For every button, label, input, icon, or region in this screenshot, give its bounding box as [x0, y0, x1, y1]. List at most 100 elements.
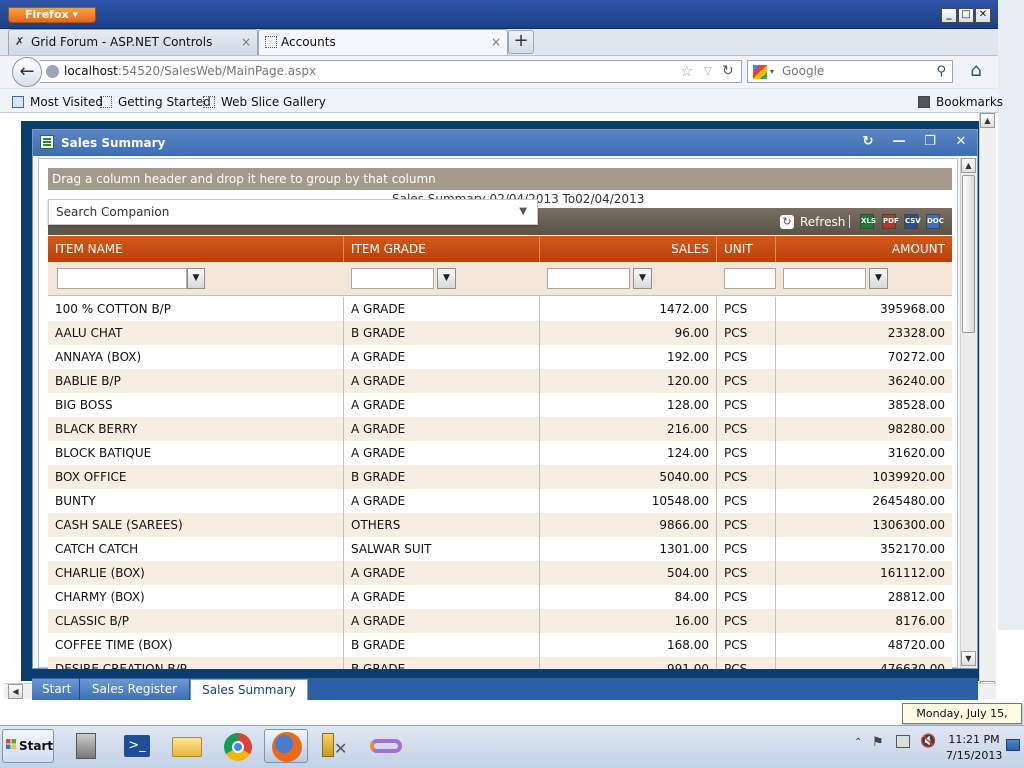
search-companion-combo[interactable]: Search Companion ▼: [48, 199, 538, 225]
scroll-up-arrow-icon[interactable]: ▲: [961, 158, 976, 173]
firefox-menu-button[interactable]: Firefox ▾: [8, 7, 96, 23]
close-window-button[interactable]: ✕: [975, 8, 991, 23]
cell-unit: PCS: [717, 489, 776, 513]
tab-sales-summary[interactable]: Sales Summary: [190, 679, 308, 700]
cell-item-grade: A GRADE: [344, 489, 540, 513]
item-grade-filter-input[interactable]: [351, 268, 434, 289]
action-center-flag-icon[interactable]: ⚑: [872, 735, 884, 750]
sales-filter-input[interactable]: [547, 268, 630, 289]
clock-date[interactable]: 7/15/2013: [946, 749, 1002, 762]
tab-start[interactable]: Start: [32, 679, 80, 700]
header-unit[interactable]: UNIT: [717, 236, 776, 262]
unit-filter-input[interactable]: [724, 268, 776, 289]
export-word-icon[interactable]: DOC: [926, 214, 944, 229]
close-tab-icon[interactable]: ×: [241, 30, 251, 54]
cell-item-name: CATCH CATCH: [48, 537, 344, 561]
cell-amount: 352170.00: [880, 542, 945, 556]
table-row[interactable]: CHARMY (BOX) A GRADE 84.00 PCS 28812.00: [48, 585, 952, 609]
table-row[interactable]: BIG BOSS A GRADE 128.00 PCS 38528.00: [48, 393, 952, 417]
table-row[interactable]: CASH SALE (SAREES) OTHERS 9866.00 PCS 13…: [48, 513, 952, 537]
filter-icon[interactable]: ▼: [437, 268, 456, 289]
table-row[interactable]: ANNAYA (BOX) A GRADE 192.00 PCS 70272.00: [48, 345, 952, 369]
item-name-filter-combo[interactable]: [57, 268, 187, 289]
table-row[interactable]: BOX OFFICE B GRADE 5040.00 PCS 1039920.0…: [48, 465, 952, 489]
header-sales[interactable]: SALES: [540, 236, 717, 262]
powershell-icon[interactable]: >_: [116, 729, 160, 763]
group-panel[interactable]: Drag a column header and drop it here to…: [48, 168, 952, 190]
scroll-left-arrow-icon[interactable]: ◀: [8, 684, 23, 699]
tools-icon[interactable]: ✕: [314, 729, 358, 763]
table-row[interactable]: BLOCK BATIQUE A GRADE 124.00 PCS 31620.0…: [48, 441, 952, 465]
export-pdf-icon[interactable]: PDF: [882, 214, 899, 229]
table-row[interactable]: COFFEE TIME (BOX) B GRADE 168.00 PCS 487…: [48, 633, 952, 657]
clock-time[interactable]: 11:21 PM: [948, 733, 1000, 746]
chevron-down-icon[interactable]: ▼: [519, 200, 527, 224]
volume-muted-icon[interactable]: 🔇: [920, 734, 936, 749]
show-desktop-icon[interactable]: [1006, 739, 1020, 751]
table-row[interactable]: DESIRE CREATION B/P B GRADE 991.00 PCS 4…: [48, 657, 952, 669]
table-row[interactable]: BABLIE B/P A GRADE 120.00 PCS 36240.00: [48, 369, 952, 393]
tab-sales-register[interactable]: Sales Register: [80, 679, 190, 700]
cell-sales: 504.00: [540, 561, 717, 585]
scroll-up-arrow-icon[interactable]: ▲: [980, 113, 995, 128]
bookmark-getting-started[interactable]: Getting Started: [100, 94, 211, 110]
header-item-name[interactable]: ITEM NAME: [48, 236, 344, 262]
filter-icon[interactable]: ▼: [633, 268, 652, 289]
tab-accounts[interactable]: Accounts ×: [258, 29, 508, 55]
table-row[interactable]: CATCH CATCH SALWAR SUIT 1301.00 PCS 3521…: [48, 537, 952, 561]
export-excel-icon[interactable]: XLS: [860, 214, 876, 229]
close-tab-icon[interactable]: ×: [491, 30, 501, 54]
export-csv-icon[interactable]: CSV: [904, 214, 921, 229]
page-vertical-scrollbar[interactable]: ▲ ▼: [979, 113, 996, 699]
window-minimize-icon[interactable]: —: [889, 133, 909, 151]
table-row[interactable]: CHARLIE (BOX) A GRADE 504.00 PCS 161112.…: [48, 561, 952, 585]
bookmark-star-icon[interactable]: ☆: [680, 61, 693, 82]
explorer-folder-icon[interactable]: [166, 729, 210, 763]
cell-item-name: BLOCK BATIQUE: [48, 441, 344, 465]
google-icon[interactable]: [753, 65, 767, 79]
chevron-down-icon[interactable]: ▼: [187, 268, 205, 289]
cell-amount: 36240.00: [887, 374, 945, 388]
address-bar[interactable]: localhost:54520/SalesWeb/MainPage.aspx ☆…: [40, 60, 742, 83]
minimize-button[interactable]: _: [941, 8, 957, 23]
cell-item-name: BABLIE B/P: [48, 369, 344, 393]
window-close-icon[interactable]: ✕: [951, 133, 971, 151]
window-refresh-icon[interactable]: ↻: [858, 133, 878, 151]
search-input[interactable]: ▾ Google ⚲: [747, 60, 953, 83]
cell-sales: 96.00: [540, 321, 717, 345]
history-dropdown-icon[interactable]: ▽: [704, 61, 712, 82]
table-row[interactable]: 100 % COTTON B/P A GRADE 1472.00 PCS 395…: [48, 297, 952, 321]
cell-item-grade: A GRADE: [344, 585, 540, 609]
amount-filter-input[interactable]: [783, 268, 866, 289]
chrome-icon[interactable]: [216, 729, 260, 763]
bookmark-most-visited[interactable]: Most Visited: [12, 94, 103, 110]
new-tab-button[interactable]: +: [508, 30, 534, 54]
network-icon[interactable]: [896, 735, 910, 748]
table-row[interactable]: CLASSIC B/P A GRADE 16.00 PCS 8176.00: [48, 609, 952, 633]
home-button[interactable]: ⌂: [962, 60, 990, 84]
scroll-thumb[interactable]: [962, 175, 975, 333]
firefox-taskbar-icon[interactable]: [264, 729, 308, 763]
header-amount[interactable]: AMOUNT: [776, 236, 952, 262]
reload-icon[interactable]: ↻: [722, 61, 734, 82]
window-restore-icon[interactable]: ❐: [920, 133, 940, 151]
cell-sales: 84.00: [540, 585, 717, 609]
magnifier-icon[interactable]: ⚲: [936, 61, 946, 82]
back-button[interactable]: ←: [12, 57, 42, 87]
server-manager-icon[interactable]: [66, 729, 110, 763]
scroll-down-arrow-icon[interactable]: ▼: [961, 651, 976, 666]
bookmarks-menu-button[interactable]: Bookmarks: [918, 94, 1003, 110]
visual-studio-icon[interactable]: [364, 729, 408, 763]
filter-icon[interactable]: ▼: [869, 268, 888, 289]
bookmark-web-slice-gallery[interactable]: Web Slice Gallery: [203, 94, 326, 110]
header-item-grade[interactable]: ITEM GRADE: [344, 236, 540, 262]
maximize-button[interactable]: □: [958, 8, 974, 23]
table-row[interactable]: BUNTY A GRADE 10548.00 PCS 2645480.00: [48, 489, 952, 513]
engine-dropdown-icon[interactable]: ▾: [770, 61, 774, 82]
tab-grid-forum[interactable]: ✗ Grid Forum - ASP.NET Controls ×: [8, 29, 258, 55]
table-row[interactable]: AALU CHAT B GRADE 96.00 PCS 23328.00: [48, 321, 952, 345]
table-row[interactable]: BLACK BERRY A GRADE 216.00 PCS 98280.00: [48, 417, 952, 441]
refresh-button[interactable]: ↻ Refresh: [780, 212, 845, 232]
site-identity-icon[interactable]: [46, 65, 59, 78]
show-hidden-icons-icon[interactable]: ⌃: [854, 737, 862, 748]
